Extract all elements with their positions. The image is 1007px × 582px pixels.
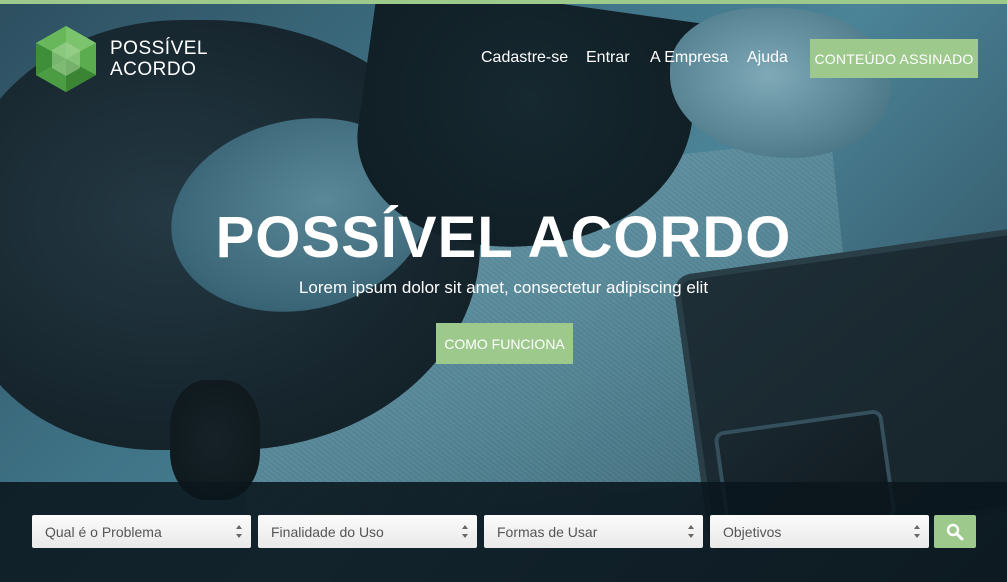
search-icon — [946, 523, 964, 540]
select-purpose[interactable]: Finalidade do Uso — [258, 515, 477, 548]
hero-subtitle: Lorem ipsum dolor sit amet, consectetur … — [298, 278, 709, 297]
select-ways-to-use-label: Formas de Usar — [497, 523, 598, 540]
nav-link-a-empresa[interactable]: A Empresa — [650, 49, 728, 67]
subscribed-content-button[interactable]: CONTEÚDO ASSINADO — [810, 39, 978, 78]
updown-arrows-icon — [236, 525, 242, 538]
nav-link-ajuda[interactable]: Ajuda — [747, 49, 788, 67]
top-accent-line — [0, 0, 1007, 4]
logo-icon[interactable] — [33, 24, 99, 94]
updown-arrows-icon — [688, 525, 694, 538]
how-it-works-button[interactable]: COMO FUNCIONA — [436, 323, 573, 364]
updown-arrows-icon — [462, 525, 468, 538]
updown-arrows-icon — [914, 525, 920, 538]
select-ways-to-use[interactable]: Formas de Usar — [484, 515, 703, 548]
search-button[interactable] — [934, 515, 976, 548]
select-problem-label: Qual é o Problema — [45, 523, 162, 540]
hero-title: POSSÍVEL ACORDO — [215, 205, 792, 270]
select-purpose-label: Finalidade do Uso — [271, 523, 384, 540]
select-objectives-label: Objetivos — [723, 523, 782, 540]
background-person-fist — [670, 8, 890, 158]
nav-link-entrar[interactable]: Entrar — [586, 49, 630, 67]
logo-line-2: ACORDO — [110, 59, 197, 80]
select-objectives[interactable]: Objetivos — [710, 515, 929, 548]
select-problem[interactable]: Qual é o Problema — [32, 515, 251, 548]
logo-line-1: POSSÍVEL — [110, 38, 208, 59]
nav-link-cadastre-se[interactable]: Cadastre-se — [481, 49, 568, 67]
logo-text[interactable]: POSSÍVEL ACORDO — [110, 38, 208, 80]
